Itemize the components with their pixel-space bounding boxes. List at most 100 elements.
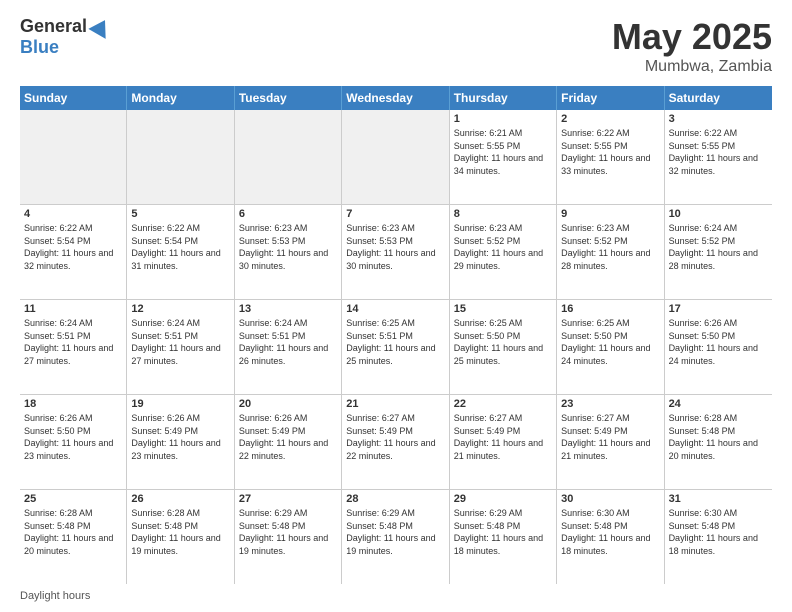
day-info: Sunrise: 6:24 AM Sunset: 5:51 PM Dayligh… [239,317,337,367]
logo-text: General [20,16,111,37]
day-number: 5 [131,208,229,220]
header-day-monday: Monday [127,86,234,110]
calendar-day-8: 8Sunrise: 6:23 AM Sunset: 5:52 PM Daylig… [450,205,557,299]
day-info: Sunrise: 6:28 AM Sunset: 5:48 PM Dayligh… [24,507,122,557]
day-number: 16 [561,303,659,315]
logo: General Blue [20,16,111,58]
calendar-week-3: 11 Sunrise: 6:24 AM Sunset: 5:51 PM Dayli… [20,300,772,395]
calendar-day-22: 22 Sunrise: 6:27 AM Sunset: 5:49 PM Dayli… [450,395,557,489]
day-number: 11 [24,303,122,315]
day-number: 20 [239,398,337,410]
calendar-day-1: 1 Sunrise: 6:21 AM Sunset: 5:55 PM Daylig… [450,110,557,204]
day-info: Sunrise: 6:24 AM Sunset: 5:52 PM Dayligh… [669,222,768,272]
calendar-week-5: 25 Sunrise: 6:28 AM Sunset: 5:48 PM Dayli… [20,490,772,584]
day-number: 21 [346,398,444,410]
day-info: Sunrise: 6:22 AM Sunset: 5:54 PM Dayligh… [24,222,122,272]
day-number: 17 [669,303,768,315]
day-info: Sunrise: 6:23 AM Sunset: 5:53 PM Dayligh… [239,222,337,272]
header-day-friday: Friday [557,86,664,110]
calendar-day-19: 19 Sunrise: 6:26 AM Sunset: 5:49 PM Dayli… [127,395,234,489]
title-block: May 2025 Mumbwa, Zambia [612,16,772,76]
day-info: Sunrise: 6:23 AM Sunset: 5:52 PM Dayligh… [454,222,552,272]
day-info: Sunrise: 6:26 AM Sunset: 5:50 PM Dayligh… [24,412,122,462]
calendar-day-17: 17Sunrise: 6:26 AM Sunset: 5:50 PM Dayli… [665,300,772,394]
header-day-wednesday: Wednesday [342,86,449,110]
day-number: 9 [561,208,659,220]
calendar-day-21: 21Sunrise: 6:27 AM Sunset: 5:49 PM Dayli… [342,395,449,489]
day-number: 27 [239,493,337,505]
day-number: 4 [24,208,122,220]
day-info: Sunrise: 6:29 AM Sunset: 5:48 PM Dayligh… [346,507,444,557]
day-info: Sunrise: 6:30 AM Sunset: 5:48 PM Dayligh… [561,507,659,557]
day-number: 19 [131,398,229,410]
day-info: Sunrise: 6:25 AM Sunset: 5:50 PM Dayligh… [454,317,552,367]
day-info: Sunrise: 6:25 AM Sunset: 5:51 PM Dayligh… [346,317,444,367]
day-info: Sunrise: 6:28 AM Sunset: 5:48 PM Dayligh… [669,412,768,462]
calendar-day-13: 13 Sunrise: 6:24 AM Sunset: 5:51 PM Dayli… [235,300,342,394]
day-info: Sunrise: 6:21 AM Sunset: 5:55 PM Dayligh… [454,127,552,177]
calendar-day-7: 7 Sunrise: 6:23 AM Sunset: 5:53 PM Daylig… [342,205,449,299]
calendar-header: SundayMondayTuesdayWednesdayThursdayFrid… [20,86,772,110]
day-number: 12 [131,303,229,315]
day-number: 14 [346,303,444,315]
day-info: Sunrise: 6:25 AM Sunset: 5:50 PM Dayligh… [561,317,659,367]
calendar-day-29: 29 Sunrise: 6:29 AM Sunset: 5:48 PM Dayli… [450,490,557,584]
day-number: 13 [239,303,337,315]
day-info: Sunrise: 6:22 AM Sunset: 5:55 PM Dayligh… [561,127,659,177]
day-info: Sunrise: 6:30 AM Sunset: 5:48 PM Dayligh… [669,507,768,557]
calendar-week-2: 4 Sunrise: 6:22 AM Sunset: 5:54 PM Daylig… [20,205,772,300]
header: General Blue May 2025 Mumbwa, Zambia [20,16,772,76]
day-number: 18 [24,398,122,410]
day-number: 30 [561,493,659,505]
day-info: Sunrise: 6:23 AM Sunset: 5:53 PM Dayligh… [346,222,444,272]
logo-general-text: General [20,16,87,37]
day-number: 28 [346,493,444,505]
header-day-sunday: Sunday [20,86,127,110]
day-info: Sunrise: 6:24 AM Sunset: 5:51 PM Dayligh… [131,317,229,367]
day-number: 22 [454,398,552,410]
day-info: Sunrise: 6:27 AM Sunset: 5:49 PM Dayligh… [454,412,552,462]
day-number: 10 [669,208,768,220]
day-info: Sunrise: 6:23 AM Sunset: 5:52 PM Dayligh… [561,222,659,272]
logo-blue-text: Blue [20,37,59,58]
calendar-day-6: 6 Sunrise: 6:23 AM Sunset: 5:53 PM Daylig… [235,205,342,299]
day-info: Sunrise: 6:24 AM Sunset: 5:51 PM Dayligh… [24,317,122,367]
calendar-day-empty [20,110,127,204]
day-info: Sunrise: 6:28 AM Sunset: 5:48 PM Dayligh… [131,507,229,557]
day-number: 24 [669,398,768,410]
calendar-day-5: 5 Sunrise: 6:22 AM Sunset: 5:54 PM Daylig… [127,205,234,299]
day-number: 26 [131,493,229,505]
day-info: Sunrise: 6:26 AM Sunset: 5:49 PM Dayligh… [131,412,229,462]
day-number: 15 [454,303,552,315]
calendar: SundayMondayTuesdayWednesdayThursdayFrid… [20,86,772,584]
calendar-location: Mumbwa, Zambia [612,58,772,76]
day-info: Sunrise: 6:29 AM Sunset: 5:48 PM Dayligh… [239,507,337,557]
calendar-day-23: 23Sunrise: 6:27 AM Sunset: 5:49 PM Dayli… [557,395,664,489]
day-number: 7 [346,208,444,220]
calendar-day-9: 9 Sunrise: 6:23 AM Sunset: 5:52 PM Daylig… [557,205,664,299]
day-number: 25 [24,493,122,505]
day-info: Sunrise: 6:22 AM Sunset: 5:54 PM Dayligh… [131,222,229,272]
calendar-day-3: 3Sunrise: 6:22 AM Sunset: 5:55 PM Daylig… [665,110,772,204]
day-number: 29 [454,493,552,505]
logo-triangle-icon [88,15,113,39]
day-number: 2 [561,113,659,125]
day-number: 6 [239,208,337,220]
calendar-day-25: 25 Sunrise: 6:28 AM Sunset: 5:48 PM Dayli… [20,490,127,584]
calendar-day-empty [235,110,342,204]
day-number: 3 [669,113,768,125]
calendar-day-30: 30 Sunrise: 6:30 AM Sunset: 5:48 PM Dayli… [557,490,664,584]
calendar-title: May 2025 [612,16,772,58]
calendar-week-4: 18 Sunrise: 6:26 AM Sunset: 5:50 PM Dayli… [20,395,772,490]
calendar-week-1: 1 Sunrise: 6:21 AM Sunset: 5:55 PM Daylig… [20,110,772,205]
calendar-day-12: 12 Sunrise: 6:24 AM Sunset: 5:51 PM Dayli… [127,300,234,394]
calendar-day-4: 4 Sunrise: 6:22 AM Sunset: 5:54 PM Daylig… [20,205,127,299]
calendar-day-11: 11 Sunrise: 6:24 AM Sunset: 5:51 PM Dayli… [20,300,127,394]
calendar-day-16: 16 Sunrise: 6:25 AM Sunset: 5:50 PM Dayli… [557,300,664,394]
day-number: 1 [454,113,552,125]
day-info: Sunrise: 6:29 AM Sunset: 5:48 PM Dayligh… [454,507,552,557]
calendar-day-empty [342,110,449,204]
calendar-day-24: 24 Sunrise: 6:28 AM Sunset: 5:48 PM Dayli… [665,395,772,489]
header-day-saturday: Saturday [665,86,772,110]
day-number: 23 [561,398,659,410]
